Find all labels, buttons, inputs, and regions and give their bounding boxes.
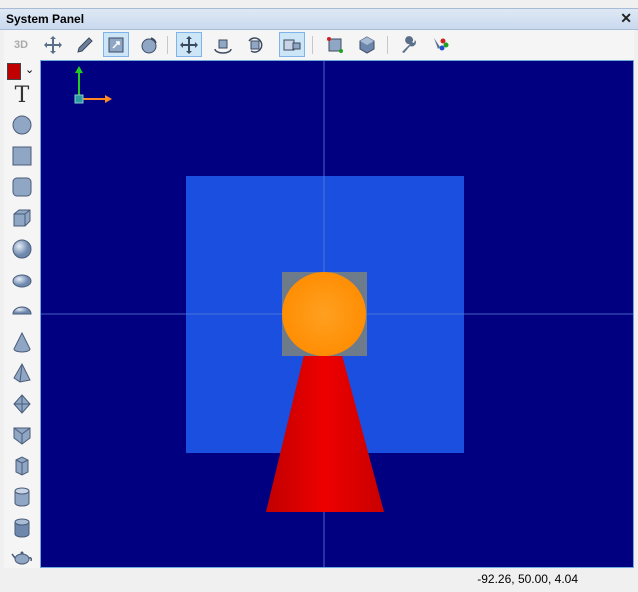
hex-cylinder-icon[interactable] (8, 453, 36, 479)
circle-icon[interactable] (8, 112, 36, 138)
render-icon[interactable] (322, 32, 348, 57)
left-toolbox: ⌄ T (4, 60, 40, 568)
capped-cylinder-icon[interactable] (8, 515, 36, 541)
window-title: System Panel (6, 12, 85, 26)
toolbar: 3D (4, 30, 634, 60)
title-bar: System Panel ✕ (0, 8, 638, 30)
axis-gizmo (74, 66, 112, 104)
rotate-view-icon[interactable] (136, 32, 162, 57)
half-ellipsoid-icon[interactable] (8, 298, 36, 324)
pan-icon[interactable] (176, 32, 202, 57)
teapot-icon[interactable] (8, 543, 36, 569)
cube-shade-icon[interactable] (354, 32, 380, 57)
toolbar-separator (387, 36, 388, 54)
close-icon[interactable]: ✕ (620, 10, 632, 27)
sphere-shape[interactable] (282, 272, 366, 356)
3d-toggle-button[interactable]: 3D (8, 32, 34, 57)
text-tool-icon[interactable]: T (8, 82, 36, 108)
toolbar-separator (167, 36, 168, 54)
square-icon[interactable] (8, 143, 36, 169)
move-arrows-icon[interactable] (40, 32, 66, 57)
pencil-icon[interactable] (72, 32, 98, 57)
toolbar-separator (312, 36, 313, 54)
3d-viewport[interactable] (40, 60, 634, 568)
rotate-object-icon[interactable] (242, 32, 268, 57)
prism-icon[interactable] (8, 422, 36, 448)
orbit-icon[interactable] (210, 32, 236, 57)
status-bar: -92.26, 50.00, 4.04 (4, 569, 634, 589)
ellipsoid-icon[interactable] (8, 267, 36, 293)
select-mode-icon[interactable] (279, 32, 305, 57)
octahedron-icon[interactable] (8, 391, 36, 417)
cylinder-icon[interactable] (8, 484, 36, 510)
cone-icon[interactable] (8, 329, 36, 355)
pyramid-icon[interactable] (8, 360, 36, 386)
paint-tools-icon[interactable] (428, 32, 454, 57)
rounded-square-icon[interactable] (8, 174, 36, 200)
cube-icon[interactable] (8, 205, 36, 231)
color-swatch[interactable] (7, 63, 21, 80)
chevron-down-icon[interactable]: ⌄ (25, 63, 34, 76)
zoom-window-icon[interactable] (103, 32, 129, 57)
cursor-coordinates: -92.26, 50.00, 4.04 (477, 572, 578, 586)
wrench-icon[interactable] (396, 32, 422, 57)
sphere-icon[interactable] (8, 236, 36, 262)
